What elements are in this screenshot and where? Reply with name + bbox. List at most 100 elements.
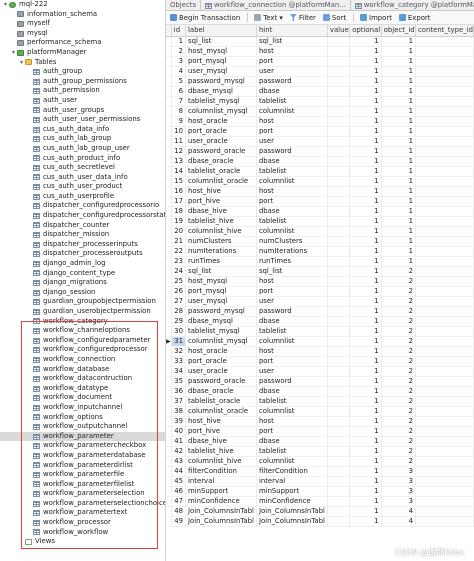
cell-id[interactable]: 42: [171, 446, 187, 457]
cell-content-type-id[interactable]: [415, 116, 474, 127]
cell-object-id[interactable]: 1: [381, 56, 417, 67]
cell-hint[interactable]: columnlist: [256, 406, 328, 417]
cell-value[interactable]: [327, 196, 351, 207]
cell-label[interactable]: Join_ColumnsInTabl: [185, 516, 257, 527]
cell-object-id[interactable]: 1: [381, 216, 417, 227]
table-row[interactable]: 8 columnlist_mysql columnlist 1 1: [166, 106, 474, 117]
cell-content-type-id[interactable]: [415, 336, 474, 347]
cell-hint[interactable]: tablelist: [256, 216, 328, 227]
sort-button[interactable]: Sort: [322, 14, 346, 22]
cell-object-id[interactable]: 1: [381, 236, 417, 247]
expand-toggle-icon[interactable]: ▾: [10, 48, 17, 58]
tree-item[interactable]: dispatcher_configuredprocessorstatus: [0, 211, 165, 221]
cell-id[interactable]: 48: [171, 506, 187, 517]
cell-label[interactable]: password_mysql: [185, 76, 257, 87]
cell-content-type-id[interactable]: [415, 386, 474, 397]
cell-hint[interactable]: columnlist: [256, 106, 328, 117]
cell-optional[interactable]: 1: [349, 376, 382, 387]
cell-id[interactable]: 30: [171, 326, 187, 337]
column-header-value[interactable]: value: [327, 25, 351, 37]
cell-id[interactable]: 19: [171, 216, 187, 227]
cell-optional[interactable]: 1: [349, 276, 382, 287]
cell-optional[interactable]: 1: [349, 486, 382, 497]
cell-object-id[interactable]: 1: [381, 166, 417, 177]
cell-id[interactable]: 18: [171, 206, 187, 217]
cell-content-type-id[interactable]: [415, 256, 474, 267]
cell-optional[interactable]: 1: [349, 336, 382, 347]
tree-item[interactable]: dispatcher_processerinputs: [0, 240, 165, 250]
filter-button[interactable]: Filter: [289, 14, 316, 22]
tree-item[interactable]: auth_permission: [0, 86, 165, 96]
tree-item[interactable]: auth_user: [0, 96, 165, 106]
cell-optional[interactable]: 1: [349, 206, 382, 217]
cell-value[interactable]: [327, 356, 351, 367]
cell-value[interactable]: [327, 326, 351, 337]
cell-object-id[interactable]: 1: [381, 186, 417, 197]
cell-id[interactable]: 45: [171, 476, 187, 487]
cell-hint[interactable]: user: [256, 66, 328, 77]
cell-optional[interactable]: 1: [349, 426, 382, 437]
cell-value[interactable]: [327, 76, 351, 87]
table-row[interactable]: 29 dbase_mysql dbase 1 2: [166, 316, 474, 327]
cell-content-type-id[interactable]: [415, 226, 474, 237]
cell-content-type-id[interactable]: [415, 46, 474, 57]
cell-optional[interactable]: 1: [349, 166, 382, 177]
cell-id[interactable]: 1: [171, 36, 187, 47]
tree-item[interactable]: workflow_options: [0, 413, 165, 423]
cell-object-id[interactable]: 2: [381, 276, 417, 287]
cell-content-type-id[interactable]: [415, 456, 474, 467]
cell-hint[interactable]: tablelist: [256, 166, 328, 177]
cell-object-id[interactable]: 1: [381, 176, 417, 187]
cell-content-type-id[interactable]: [415, 486, 474, 497]
cell-label[interactable]: sql_list: [185, 36, 257, 47]
tree-item[interactable]: workflow_parameter: [0, 431, 165, 442]
tree-item[interactable]: cus_auth_user_product: [0, 182, 165, 192]
tree-item[interactable]: dispatcher_processeroutputs: [0, 249, 165, 259]
tree-item[interactable]: cus_auth_product_info: [0, 154, 165, 164]
table-row[interactable]: 44 filterCondition filterCondition 1 3: [166, 466, 474, 477]
cell-id[interactable]: 43: [171, 456, 187, 467]
tree-item[interactable]: django_session: [0, 288, 165, 298]
cell-optional[interactable]: 1: [349, 106, 382, 117]
tree-item[interactable]: workflow_processor: [0, 518, 165, 528]
cell-label[interactable]: host_mysql: [185, 46, 257, 57]
cell-optional[interactable]: 1: [349, 496, 382, 507]
cell-value[interactable]: [327, 266, 351, 277]
tree-item[interactable]: guardian_groupobjectpermission: [0, 297, 165, 307]
cell-label[interactable]: columnlist_hive: [185, 226, 257, 237]
cell-optional[interactable]: 1: [349, 196, 382, 207]
cell-content-type-id[interactable]: [415, 86, 474, 97]
column-header-hint[interactable]: hint: [256, 25, 328, 37]
table-row[interactable]: 4 user_mysql user 1 1: [166, 66, 474, 77]
table-row[interactable]: 27 user_mysql user 1 2: [166, 296, 474, 307]
table-row[interactable]: 42 tablelist_hive tablelist 1 2: [166, 446, 474, 457]
column-header-optional[interactable]: optional: [349, 25, 382, 37]
cell-optional[interactable]: 1: [349, 56, 382, 67]
cell-optional[interactable]: 1: [349, 516, 382, 527]
cell-value[interactable]: [327, 176, 351, 187]
cell-id[interactable]: 29: [171, 316, 187, 327]
cell-id[interactable]: 44: [171, 466, 187, 477]
cell-value[interactable]: [327, 386, 351, 397]
cell-id[interactable]: 9: [171, 116, 187, 127]
begin-transaction-button[interactable]: Begin Transaction: [170, 14, 240, 22]
tree-item[interactable]: workflow_parameterdatabase: [0, 451, 165, 461]
cell-value[interactable]: [327, 496, 351, 507]
cell-value[interactable]: [327, 256, 351, 267]
cell-label[interactable]: columnlist_oracle: [185, 176, 257, 187]
cell-optional[interactable]: 1: [349, 266, 382, 277]
cell-optional[interactable]: 1: [349, 86, 382, 97]
cell-label[interactable]: password_oracle: [185, 146, 257, 157]
cell-content-type-id[interactable]: [415, 236, 474, 247]
cell-object-id[interactable]: 2: [381, 296, 417, 307]
tree-item[interactable]: information_schema: [0, 10, 165, 20]
table-row[interactable]: 19 tablelist_hive tablelist 1 1: [166, 216, 474, 227]
tree-item[interactable]: › Views: [0, 537, 165, 547]
table-row[interactable]: 1 sql_list sql_list 1 1: [166, 36, 474, 47]
table-row[interactable]: 13 dbase_oracle dbase 1 1: [166, 156, 474, 167]
cell-optional[interactable]: 1: [349, 356, 382, 367]
tree-item[interactable]: cus_auth_data_info: [0, 125, 165, 135]
tree-item[interactable]: workflow_outputchannel: [0, 422, 165, 432]
cell-value[interactable]: [327, 216, 351, 227]
table-row[interactable]: 38 columnlist_oracle columnlist 1 2: [166, 406, 474, 417]
